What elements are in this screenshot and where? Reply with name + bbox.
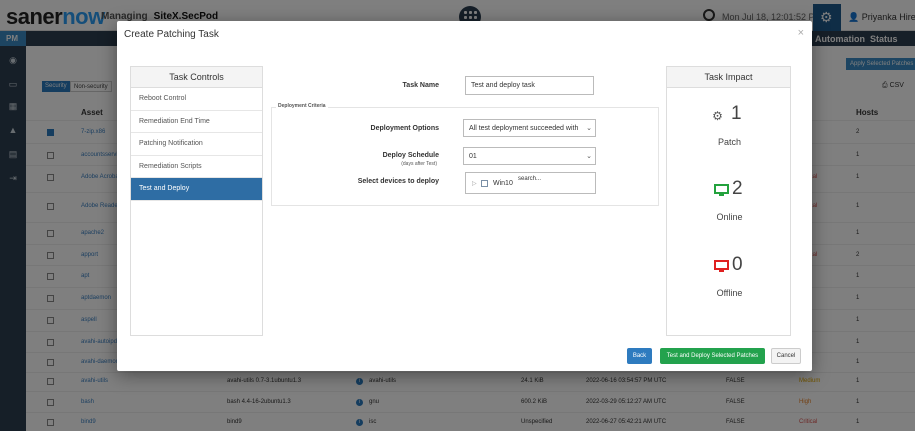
chevron-down-icon: ⌄ bbox=[586, 153, 592, 160]
deployment-options-value: All test deployment succeeded with bbox=[469, 125, 579, 132]
expand-arrow-icon[interactable]: ▷ bbox=[472, 180, 477, 187]
gear-icon: ⚙ bbox=[712, 109, 723, 123]
deployment-criteria-title: Deployment Criteria bbox=[276, 103, 328, 109]
back-button[interactable]: Back bbox=[627, 348, 652, 364]
deploy-schedule-select[interactable]: 01 ⌄ bbox=[463, 147, 596, 165]
online-count: 2 bbox=[732, 178, 743, 199]
test-and-deploy-button[interactable]: Test and Deploy Selected Patches bbox=[660, 348, 765, 364]
create-patching-task-dialog: Create Patching Task × Task Controls Reb… bbox=[117, 21, 812, 371]
device-checkbox[interactable] bbox=[481, 180, 488, 187]
patch-label: Patch bbox=[717, 137, 741, 147]
online-label: Online bbox=[716, 212, 743, 222]
dialog-title: Create Patching Task bbox=[124, 29, 219, 40]
device-search-input[interactable]: search... bbox=[518, 176, 541, 182]
tc-reboot-control[interactable]: Reboot Control bbox=[131, 88, 262, 111]
monitor-offline-icon bbox=[714, 260, 729, 272]
deployment-options-label: Deployment Options bbox=[370, 125, 439, 132]
task-controls-heading: Task Controls bbox=[131, 67, 262, 88]
cancel-button[interactable]: Cancel bbox=[771, 348, 801, 364]
monitor-online-icon bbox=[714, 184, 729, 196]
task-name-label: Task Name bbox=[402, 82, 439, 89]
task-impact-panel: Task Impact ⚙ 1 Patch 2 Online 0 Offline bbox=[666, 66, 791, 336]
tc-patching-notification[interactable]: Patching Notification bbox=[131, 133, 262, 156]
deploy-schedule-value: 01 bbox=[469, 153, 477, 160]
task-controls-panel: Task Controls Reboot Control Remediation… bbox=[130, 66, 263, 336]
deploy-schedule-sublabel: (days after Test) bbox=[401, 161, 437, 167]
tc-test-and-deploy[interactable]: Test and Deploy bbox=[131, 178, 262, 201]
device-selector: ▷ Win10 search... bbox=[465, 172, 596, 194]
deploy-schedule-label: Deploy Schedule bbox=[382, 152, 439, 159]
device-name: Win10 bbox=[493, 180, 513, 187]
chevron-down-icon: ⌄ bbox=[586, 125, 592, 132]
task-impact-heading: Task Impact bbox=[667, 67, 790, 88]
offline-count: 0 bbox=[732, 254, 743, 275]
tc-remediation-end-time[interactable]: Remediation End Time bbox=[131, 111, 262, 133]
patch-count: 1 bbox=[731, 103, 742, 124]
offline-label: Offline bbox=[716, 288, 743, 298]
tc-remediation-scripts[interactable]: Remediation Scripts bbox=[131, 156, 262, 178]
deployment-options-select[interactable]: All test deployment succeeded with ⌄ bbox=[463, 119, 596, 137]
task-name-input[interactable]: Test and deploy task bbox=[465, 76, 594, 95]
select-devices-label: Select devices to deploy bbox=[357, 178, 439, 185]
close-icon[interactable]: × bbox=[798, 27, 804, 39]
app-screen: sanernow ManagingSiteX.SecPod Mon Jul 18… bbox=[0, 0, 915, 431]
